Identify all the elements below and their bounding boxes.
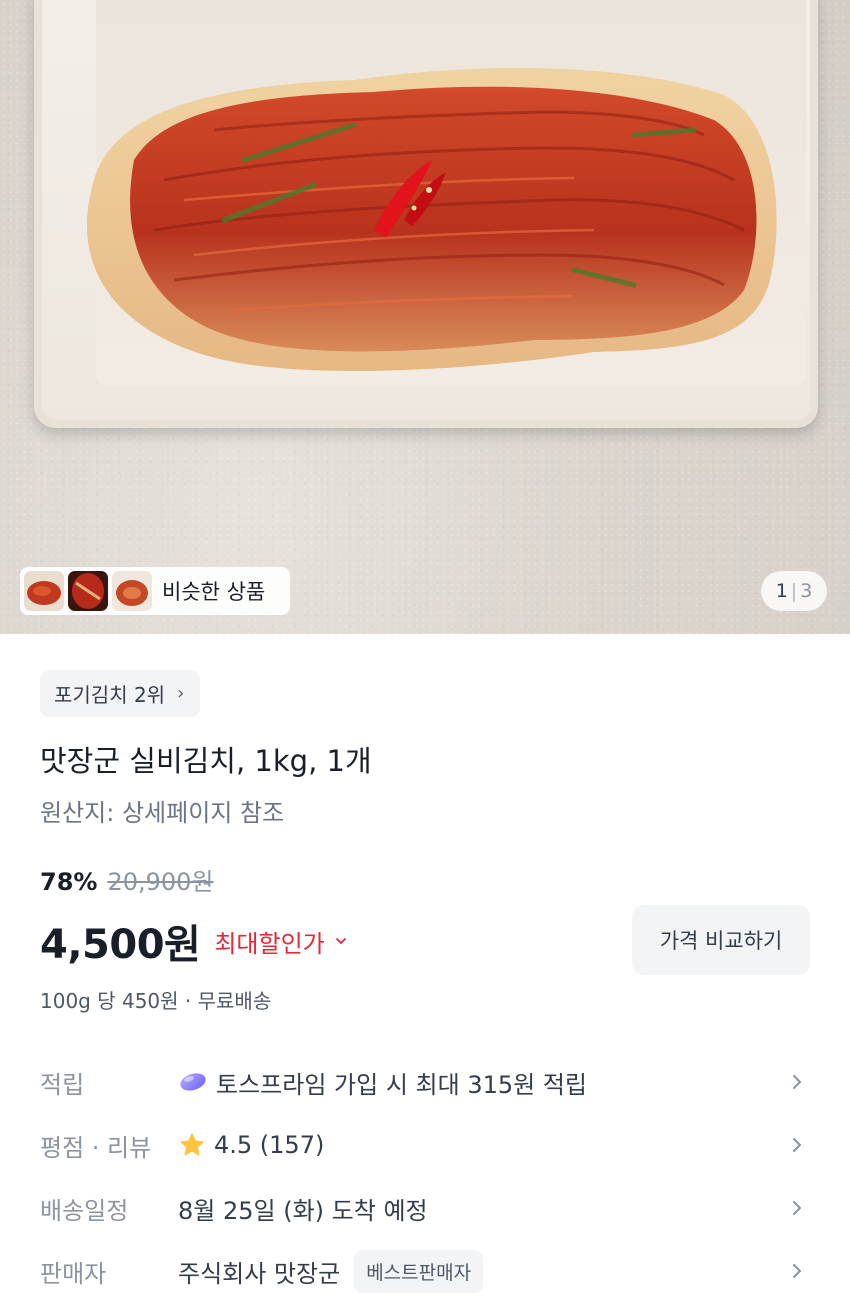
best-seller-badge: 베스트판매자 xyxy=(354,1249,484,1293)
chevron-right-icon[interactable] xyxy=(788,1262,806,1280)
kimchi-photo xyxy=(86,68,777,372)
info-value: 토스프라임 가입 시 최대 315원 적립 xyxy=(216,1070,587,1099)
sale-price: 4,500원 xyxy=(40,922,201,968)
page-separator: | xyxy=(790,580,798,602)
original-price: 20,900원 xyxy=(107,868,214,896)
chevron-right-icon: › xyxy=(177,683,185,704)
similar-product-thumbnail xyxy=(112,571,152,611)
discount-percent: 78% xyxy=(40,868,98,896)
info-row-delivery[interactable]: 배송일정 8월 25일 (화) 도착 예정 xyxy=(0,1180,850,1236)
category-rank-chip[interactable]: 포기김치 2위 › xyxy=(40,670,201,717)
seller-name: 주식회사 맛장군 xyxy=(178,1259,341,1288)
page-current: 1 xyxy=(775,580,788,602)
discount-row: 78% 20,900원 xyxy=(40,862,214,897)
similar-products-button[interactable]: 비슷한 상품 xyxy=(20,567,290,615)
chevron-right-icon[interactable] xyxy=(788,1073,806,1091)
chevron-right-icon[interactable] xyxy=(788,1136,806,1154)
compare-price-button[interactable]: 가격 비교하기 xyxy=(632,905,810,975)
chevron-down-icon[interactable] xyxy=(335,935,347,947)
image-page-indicator: 1 | 3 xyxy=(761,571,827,611)
similar-products-label: 비슷한 상품 xyxy=(162,580,266,604)
product-origin: 원산지: 상세페이지 참조 xyxy=(40,799,285,827)
product-title: 맛장군 실비김치, 1kg, 1개 xyxy=(40,744,372,778)
similar-product-thumbnail xyxy=(24,571,64,611)
info-row-points[interactable]: 적립 토스프라임 가입 시 최대 315원 적립 xyxy=(0,1054,850,1110)
unit-price-shipping: 100g 당 450원 · 무료배송 xyxy=(40,989,272,1013)
max-discount-dropdown[interactable]: 최대할인가 xyxy=(214,924,324,959)
chevron-right-icon[interactable] xyxy=(788,1199,806,1217)
info-label: 배송일정 xyxy=(40,1196,129,1225)
product-image-gallery[interactable]: 비슷한 상품 1 | 3 xyxy=(0,0,850,634)
price-row: 4,500원 최대할인가 xyxy=(40,912,347,970)
info-label: 판매자 xyxy=(40,1259,107,1288)
delivery-date: 8월 25일 (화) 도착 예정 xyxy=(178,1196,428,1225)
similar-product-thumbnail xyxy=(68,571,108,611)
info-row-seller[interactable]: 판매자 주식회사 맛장군 베스트판매자 xyxy=(0,1243,850,1299)
info-label: 평점 · 리뷰 xyxy=(40,1133,152,1162)
info-label: 적립 xyxy=(40,1070,85,1099)
page-total: 3 xyxy=(800,580,813,602)
toss-prime-icon xyxy=(180,1073,206,1091)
star-icon xyxy=(180,1133,204,1156)
info-row-rating-review[interactable]: 평점 · 리뷰 4.5 (157) xyxy=(0,1117,850,1173)
rank-chip-label: 포기김치 2위 xyxy=(54,683,166,707)
rating-review-value: 4.5 (157) xyxy=(214,1131,325,1159)
